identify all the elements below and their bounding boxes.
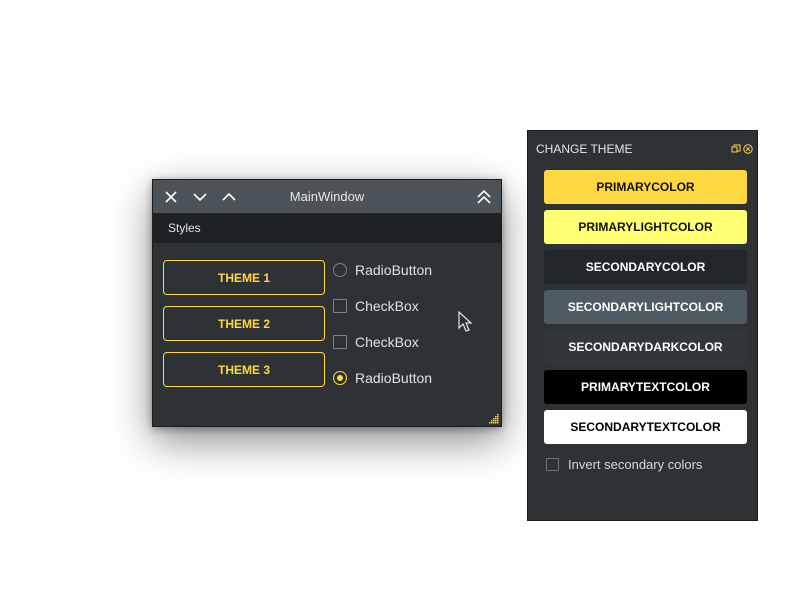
menu-item-styles[interactable]: Styles [168,221,201,235]
close-circle-icon[interactable] [743,141,753,154]
invert-secondary-checkbox[interactable]: Invert secondary colors [546,457,702,472]
menubar: Styles [153,213,501,243]
invert-label: Invert secondary colors [568,457,703,472]
shade-button[interactable] [473,186,495,208]
float-icon[interactable] [731,141,741,153]
checkbox-1[interactable]: CheckBox [333,296,419,316]
checkbox-2[interactable]: CheckBox [333,332,419,352]
radio-label: RadioButton [355,370,433,386]
checkbox-indicator [333,299,347,313]
main-window: MainWindow Styles THEME 1 THEME 2 THEME … [152,179,502,427]
shade-icon [477,189,491,204]
checkbox-indicator [546,458,559,471]
checkbox-label: CheckBox [355,334,419,350]
panel-header-icons [731,141,753,154]
theme-3-button[interactable]: THEME 3 [163,352,325,387]
theme-1-button[interactable]: THEME 1 [163,260,325,295]
titlebar[interactable]: MainWindow [153,180,501,213]
panel-title: CHANGE THEME [536,142,633,156]
theme-2-button[interactable]: THEME 2 [163,306,325,341]
window-title: MainWindow [289,189,365,204]
color-button-primarylightcolor[interactable]: PRIMARYLIGHTCOLOR [544,210,747,244]
color-button-secondarycolor[interactable]: SECONDARYCOLOR [544,250,747,284]
radio-button-1[interactable]: RadioButton [333,260,432,280]
radio-indicator [333,263,347,277]
color-button-secondarylightcolor[interactable]: SECONDARYLIGHTCOLOR [544,290,747,324]
radio-indicator-checked [333,371,347,385]
checkbox-label: CheckBox [355,298,419,314]
mouse-cursor-icon [458,311,472,332]
color-button-secondarytextcolor[interactable]: SECONDARYTEXTCOLOR [544,410,747,444]
change-theme-panel: CHANGE THEME PRIMARYCOLOR PRIMARYLIGHTCOL… [527,130,758,521]
checkbox-indicator [333,335,347,349]
color-button-secondarydarkcolor[interactable]: SECONDARYDARKCOLOR [544,330,747,364]
color-button-primarytextcolor[interactable]: PRIMARYTEXTCOLOR [544,370,747,404]
radio-button-2[interactable]: RadioButton [333,368,432,388]
radio-label: RadioButton [355,262,433,278]
color-button-primarycolor[interactable]: PRIMARYCOLOR [544,170,747,204]
resize-grip-icon[interactable] [487,412,499,424]
